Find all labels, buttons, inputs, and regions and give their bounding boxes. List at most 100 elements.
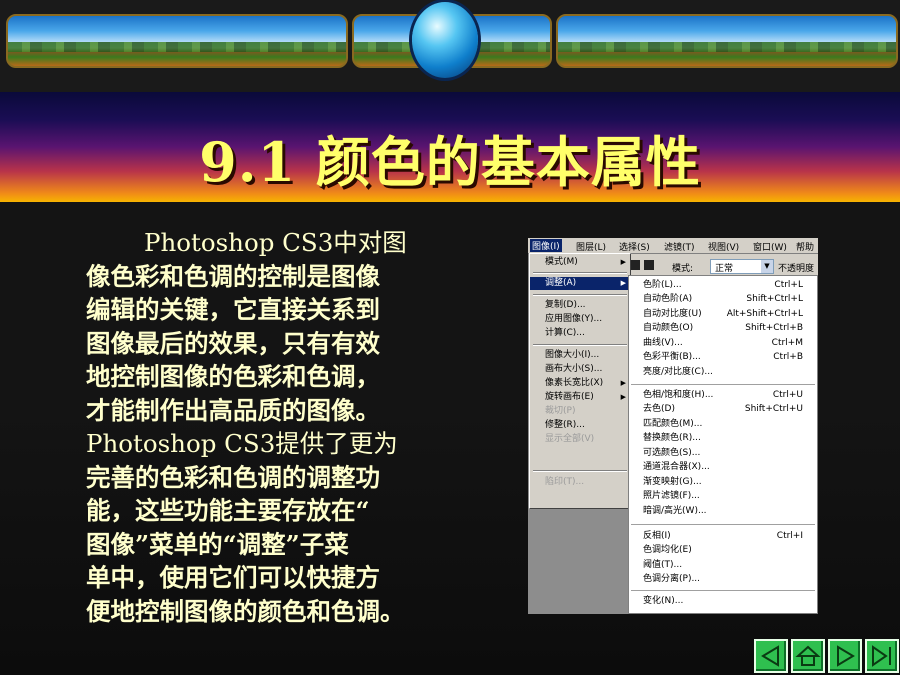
- adjust-submenu: 色阶(L)... Ctrl+L 自动色阶(A) Shift+Ctrl+L 自动对比度…: [628, 275, 818, 614]
- menu-help[interactable]: 帮助: [796, 240, 814, 253]
- menu-item-posterize[interactable]: 色调分离(P)...: [629, 572, 817, 586]
- opacity-label: 不透明度: [778, 264, 815, 274]
- menu-separator: [631, 590, 815, 591]
- menu-item-variations[interactable]: 变化(N)...: [629, 594, 817, 608]
- menu-item-curves[interactable]: 曲线(V)... Ctrl+M: [629, 336, 817, 350]
- landscape-panel-right: [556, 14, 898, 68]
- menu-filter[interactable]: 滤镜(T): [664, 240, 695, 253]
- menu-view[interactable]: 视图(V): [708, 240, 739, 253]
- menu-item-label: 旋转画布(E): [545, 392, 594, 402]
- menu-separator: [533, 470, 627, 472]
- shortcut-label: Shift+Ctrl+L: [746, 294, 803, 304]
- menu-image[interactable]: 图像(I): [530, 239, 562, 252]
- menu-item-label: 匹配颜色(M)...: [643, 419, 703, 429]
- menu-separator: [631, 384, 815, 385]
- menu-item-adjust[interactable]: 调整(A) ▶: [530, 277, 630, 290]
- menu-item-levels[interactable]: 色阶(L)... Ctrl+L: [629, 278, 817, 292]
- menu-item-brightness-contrast[interactable]: 亮度/对比度(C)...: [629, 365, 817, 379]
- menu-separator: [631, 524, 815, 525]
- submenu-arrow-icon: ▶: [620, 279, 626, 287]
- menu-item-color-balance[interactable]: 色彩平衡(B)... Ctrl+B: [629, 350, 817, 364]
- chevron-down-icon[interactable]: ▼: [761, 260, 773, 273]
- menu-item-selective-color[interactable]: 可选颜色(S)...: [629, 446, 817, 460]
- menu-item-label: 可选颜色(S)...: [643, 448, 701, 458]
- menu-item-duplicate[interactable]: 复制(D)...: [530, 299, 630, 312]
- menu-item-auto-levels[interactable]: 自动色阶(A) Shift+Ctrl+L: [629, 292, 817, 306]
- menu-separator: [533, 344, 627, 346]
- body-line: 单中，使用它们可以快捷方: [86, 563, 380, 592]
- mode-select[interactable]: 正常 ▼: [710, 259, 774, 274]
- menu-item-calculations[interactable]: 计算(C)...: [530, 327, 630, 340]
- menu-item-label: 色调分离(P)...: [643, 574, 701, 584]
- menu-bar: 图像(I) 图层(L) 选择(S) 滤镜(T) 视图(V) 窗口(W) 帮助: [528, 238, 818, 254]
- shortcut-label: Shift+Ctrl+B: [745, 323, 803, 333]
- menu-item-channel-mixer[interactable]: 通道混合器(X)...: [629, 460, 817, 474]
- top-banner: [0, 0, 900, 92]
- home-button[interactable]: [791, 639, 825, 673]
- menu-item-gradient-map[interactable]: 渐变映射(G)...: [629, 475, 817, 489]
- menu-item-label: 去色(D): [643, 404, 675, 414]
- menu-item-pixel-aspect[interactable]: 像素长宽比(X) ▶: [530, 377, 630, 390]
- menu-item-label: 替换颜色(R)...: [643, 433, 701, 443]
- menu-item-hue-saturation[interactable]: 色相/饱和度(H)... Ctrl+U: [629, 388, 817, 402]
- body-line: 便地控制图像的颜色和色调。: [86, 596, 405, 626]
- prev-button[interactable]: [754, 639, 788, 673]
- menu-item-label: 暗调/高光(W)...: [643, 506, 707, 516]
- menu-item-label: 通道混合器(X)...: [643, 462, 710, 472]
- swatch-icon: [644, 260, 654, 270]
- menu-item-label: 自动对比度(U): [643, 309, 702, 319]
- menu-item-label: 调整(A): [545, 278, 577, 288]
- menu-item-mode[interactable]: 模式(M) ▶: [530, 256, 630, 269]
- next-button[interactable]: [828, 639, 862, 673]
- last-icon: [872, 645, 891, 667]
- body-line: 像色彩和色调的控制是图像: [86, 261, 380, 291]
- menu-item-label: 阈值(T)...: [643, 560, 683, 570]
- shortcut-label: Alt+Shift+Ctrl+L: [726, 309, 803, 319]
- submenu-arrow-icon: ▶: [620, 393, 626, 401]
- landscape-panel-left: [6, 14, 348, 68]
- menu-item-trim[interactable]: 修整(R)...: [530, 419, 630, 432]
- menu-item-equalize[interactable]: 色调均化(E): [629, 543, 817, 557]
- menu-window[interactable]: 窗口(W): [753, 240, 787, 253]
- menu-item-auto-contrast[interactable]: 自动对比度(U) Alt+Shift+Ctrl+L: [629, 307, 817, 321]
- menu-item-rotate-canvas[interactable]: 旋转画布(E) ▶: [530, 391, 630, 404]
- body-text: Photoshop CS3中对图 像色彩和色调的控制是图像 编辑的关键，它直接关…: [86, 226, 458, 628]
- menu-item-label: 渐变映射(G)...: [643, 477, 702, 487]
- menu-item-reveal-all[interactable]: 显示全部(V): [530, 433, 630, 446]
- menu-item-replace-color[interactable]: 替换颜色(R)...: [629, 431, 817, 445]
- menu-item-apply-image[interactable]: 应用图像(Y)...: [530, 313, 630, 326]
- menu-item-photo-filter[interactable]: 照片滤镜(F)...: [629, 489, 817, 503]
- menu-layer[interactable]: 图层(L): [576, 240, 606, 253]
- shortcut-label: Ctrl+L: [774, 280, 803, 290]
- menu-item-crop[interactable]: 裁切(P): [530, 405, 630, 418]
- photoshop-screenshot: 图像(I) 图层(L) 选择(S) 滤镜(T) 视图(V) 窗口(W) 帮助 模…: [528, 238, 818, 614]
- menu-item-canvas-size[interactable]: 画布大小(S)...: [530, 363, 630, 376]
- body-line: 编辑的关键，它直接关系到: [86, 295, 380, 324]
- menu-item-label: 自动色阶(A): [643, 294, 693, 304]
- swatch-icon: [630, 260, 640, 270]
- home-icon: [795, 645, 821, 666]
- last-button[interactable]: [865, 639, 899, 673]
- menu-item-trap[interactable]: 陷印(T)...: [530, 476, 630, 489]
- menu-item-desaturate[interactable]: 去色(D) Shift+Ctrl+U: [629, 402, 817, 416]
- mode-select-value: 正常: [715, 264, 734, 274]
- submenu-arrow-icon: ▶: [620, 379, 626, 387]
- mode-label: 模式:: [672, 264, 694, 274]
- menu-item-label: 色相/饱和度(H)...: [643, 390, 714, 400]
- menu-item-auto-color[interactable]: 自动颜色(O) Shift+Ctrl+B: [629, 321, 817, 335]
- menu-item-threshold[interactable]: 阈值(T)...: [629, 558, 817, 572]
- menu-item-shadow-highlight[interactable]: 暗调/高光(W)...: [629, 504, 817, 518]
- menu-item-image-size[interactable]: 图像大小(I)...: [530, 349, 630, 362]
- shortcut-label: Ctrl+I: [776, 531, 803, 541]
- menu-select[interactable]: 选择(S): [619, 240, 650, 253]
- globe-icon: [412, 2, 478, 78]
- menu-item-invert[interactable]: 反相(I) Ctrl+I: [629, 529, 817, 543]
- menu-item-label: 像素长宽比(X): [545, 378, 604, 388]
- menu-item-match-color[interactable]: 匹配颜色(M)...: [629, 417, 817, 431]
- body-line: 能，这些功能主要存放在“: [86, 496, 370, 525]
- body-line: Photoshop CS3中对图: [144, 228, 407, 257]
- menu-item-label: 色彩平衡(B)...: [643, 352, 701, 362]
- body-line: Photoshop CS3提供了更为: [86, 429, 398, 458]
- menu-item-label: 反相(I): [643, 531, 671, 541]
- shortcut-label: Ctrl+M: [771, 338, 803, 348]
